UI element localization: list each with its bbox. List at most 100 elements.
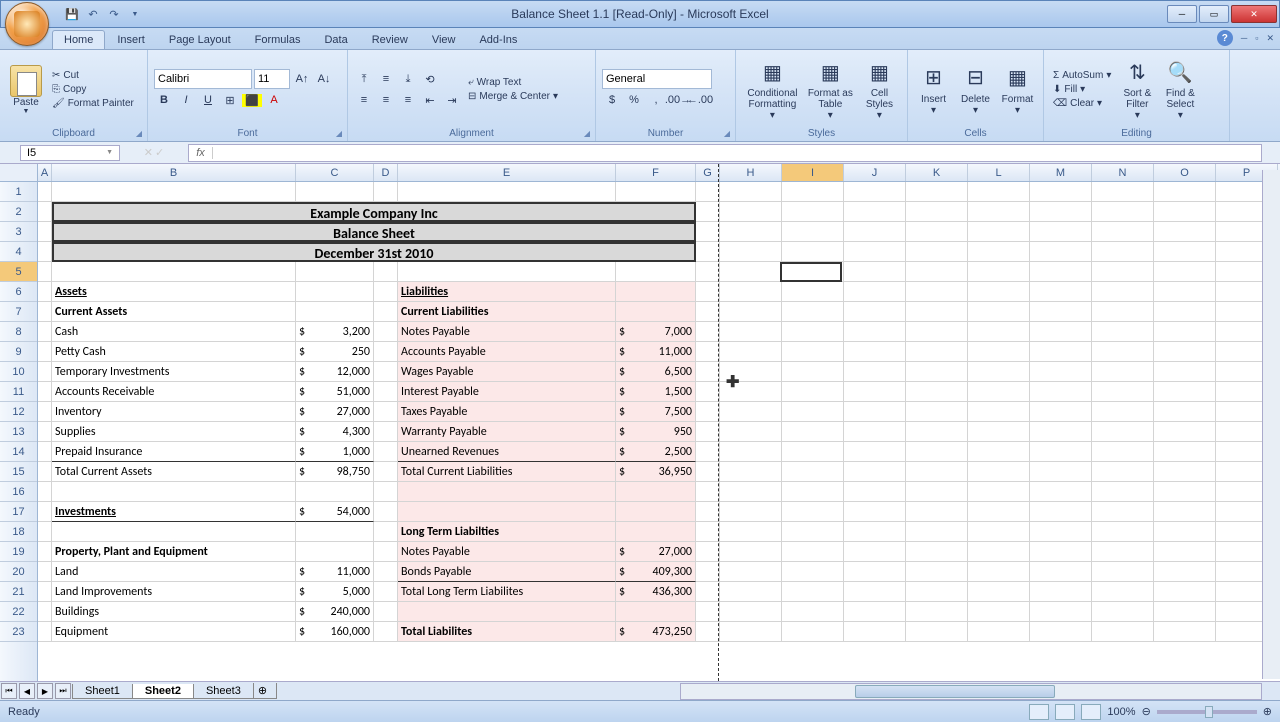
restore-window-icon[interactable]: ▫ — [1255, 33, 1258, 43]
tab-addins[interactable]: Add-Ins — [467, 30, 529, 49]
undo-icon[interactable]: ↶ — [84, 5, 102, 23]
font-color-button[interactable]: A — [264, 90, 284, 110]
col-header[interactable]: E — [398, 164, 616, 181]
minimize-ribbon-icon[interactable]: ─ — [1241, 33, 1247, 43]
sheet-nav-first-icon[interactable]: ⏮ — [1, 683, 17, 699]
col-header[interactable]: M — [1030, 164, 1092, 181]
zoom-out-button[interactable]: ⊖ — [1142, 705, 1151, 718]
paste-button[interactable]: Paste ▼ — [6, 52, 46, 127]
row-header[interactable]: 15 — [0, 462, 37, 482]
row-header[interactable]: 18 — [0, 522, 37, 542]
italic-button[interactable]: I — [176, 90, 196, 110]
row-header[interactable]: 6 — [0, 282, 37, 302]
wrap-text-button[interactable]: ⤶Wrap Text — [465, 76, 561, 89]
alignment-launcher-icon[interactable]: ◢ — [581, 127, 593, 139]
delete-cells-button[interactable]: ⊟Delete▾ — [956, 52, 995, 127]
sheet-tab[interactable]: Sheet3 — [193, 684, 254, 699]
col-header[interactable]: I — [782, 164, 844, 181]
row-header[interactable]: 11 — [0, 382, 37, 402]
row-header[interactable]: 8 — [0, 322, 37, 342]
row-header[interactable]: 20 — [0, 562, 37, 582]
merge-center-button[interactable]: ⊟Merge & Center ▾ — [465, 90, 561, 103]
border-button[interactable]: ⊞ — [220, 90, 240, 110]
normal-view-button[interactable] — [1029, 704, 1049, 720]
tab-data[interactable]: Data — [312, 30, 359, 49]
percent-format-button[interactable]: % — [624, 90, 644, 110]
tab-page-layout[interactable]: Page Layout — [157, 30, 243, 49]
zoom-slider[interactable] — [1157, 710, 1257, 714]
row-header[interactable]: 9 — [0, 342, 37, 362]
orientation-button[interactable]: ⟲ — [420, 69, 440, 89]
row-header[interactable]: 12 — [0, 402, 37, 422]
row-header[interactable]: 21 — [0, 582, 37, 602]
vertical-scrollbar[interactable] — [1262, 170, 1280, 679]
select-all-button[interactable] — [0, 164, 38, 181]
col-header[interactable]: H — [720, 164, 782, 181]
spreadsheet-grid[interactable]: A B C D E F G H I J K L M N O P 12345678… — [0, 164, 1280, 681]
increase-decimal-button[interactable]: .00→ — [668, 90, 688, 110]
row-header[interactable]: 5 — [0, 262, 37, 282]
shrink-font-button[interactable]: A↓ — [314, 69, 334, 89]
sheet-nav-last-icon[interactable]: ⏭ — [55, 683, 71, 699]
fx-icon[interactable]: fx — [189, 147, 213, 159]
align-bottom-button[interactable]: ⤓ — [398, 69, 418, 89]
col-header[interactable]: D — [374, 164, 398, 181]
find-select-button[interactable]: 🔍Find & Select▾ — [1160, 52, 1200, 127]
align-center-button[interactable]: ≡ — [376, 90, 396, 110]
cells-area[interactable]: Example Company IncBalance SheetDecember… — [38, 182, 1280, 681]
enter-formula-icon[interactable]: ✓ — [155, 146, 164, 159]
row-header[interactable]: 23 — [0, 622, 37, 642]
insert-cells-button[interactable]: ⊞Insert▾ — [914, 52, 953, 127]
office-button[interactable] — [5, 2, 49, 46]
col-header[interactable]: L — [968, 164, 1030, 181]
row-header[interactable]: 13 — [0, 422, 37, 442]
format-painter-button[interactable]: 🖌Format Painter — [49, 97, 137, 110]
col-header[interactable]: O — [1154, 164, 1216, 181]
decrease-decimal-button[interactable]: ←.00 — [690, 90, 710, 110]
name-box[interactable]: I5▼ — [20, 145, 120, 161]
row-header[interactable]: 1 — [0, 182, 37, 202]
tab-formulas[interactable]: Formulas — [243, 30, 313, 49]
align-right-button[interactable]: ≡ — [398, 90, 418, 110]
col-header[interactable]: B — [52, 164, 296, 181]
col-header[interactable]: N — [1092, 164, 1154, 181]
zoom-level[interactable]: 100% — [1107, 706, 1135, 718]
row-header[interactable]: 3 — [0, 222, 37, 242]
qat-dropdown-icon[interactable]: ▼ — [126, 5, 144, 23]
col-header[interactable]: J — [844, 164, 906, 181]
cancel-formula-icon[interactable]: ✕ — [144, 146, 153, 159]
page-layout-view-button[interactable] — [1055, 704, 1075, 720]
row-header[interactable]: 4 — [0, 242, 37, 262]
sort-filter-button[interactable]: ⇅Sort & Filter▾ — [1117, 52, 1157, 127]
tab-home[interactable]: Home — [52, 30, 105, 49]
row-header[interactable]: 17 — [0, 502, 37, 522]
font-launcher-icon[interactable]: ◢ — [333, 127, 345, 139]
grow-font-button[interactable]: A↑ — [292, 69, 312, 89]
sheet-nav-next-icon[interactable]: ▶ — [37, 683, 53, 699]
font-name-select[interactable] — [154, 69, 252, 89]
fill-button[interactable]: ⬇Fill ▾ — [1050, 83, 1114, 96]
row-header[interactable]: 7 — [0, 302, 37, 322]
row-header[interactable]: 14 — [0, 442, 37, 462]
col-header[interactable]: K — [906, 164, 968, 181]
col-header[interactable]: C — [296, 164, 374, 181]
row-header[interactable]: 16 — [0, 482, 37, 502]
conditional-formatting-button[interactable]: ▦Conditional Formatting▾ — [742, 52, 803, 127]
clipboard-launcher-icon[interactable]: ◢ — [133, 127, 145, 139]
align-middle-button[interactable]: ≡ — [376, 69, 396, 89]
page-break-view-button[interactable] — [1081, 704, 1101, 720]
number-format-select[interactable] — [602, 69, 712, 89]
autosum-button[interactable]: ΣAutoSum ▾ — [1050, 69, 1114, 82]
minimize-button[interactable]: ─ — [1167, 5, 1197, 23]
accounting-format-button[interactable]: $ — [602, 90, 622, 110]
save-icon[interactable]: 💾 — [63, 5, 81, 23]
underline-button[interactable]: U — [198, 90, 218, 110]
tab-insert[interactable]: Insert — [105, 30, 157, 49]
decrease-indent-button[interactable]: ⇤ — [420, 90, 440, 110]
tab-review[interactable]: Review — [360, 30, 420, 49]
copy-button[interactable]: ⎘Copy — [49, 83, 137, 96]
col-header[interactable]: F — [616, 164, 696, 181]
new-sheet-button[interactable]: ⊕ — [253, 683, 277, 699]
cut-button[interactable]: ✂Cut — [49, 69, 137, 82]
formula-input[interactable]: fx — [188, 144, 1262, 162]
